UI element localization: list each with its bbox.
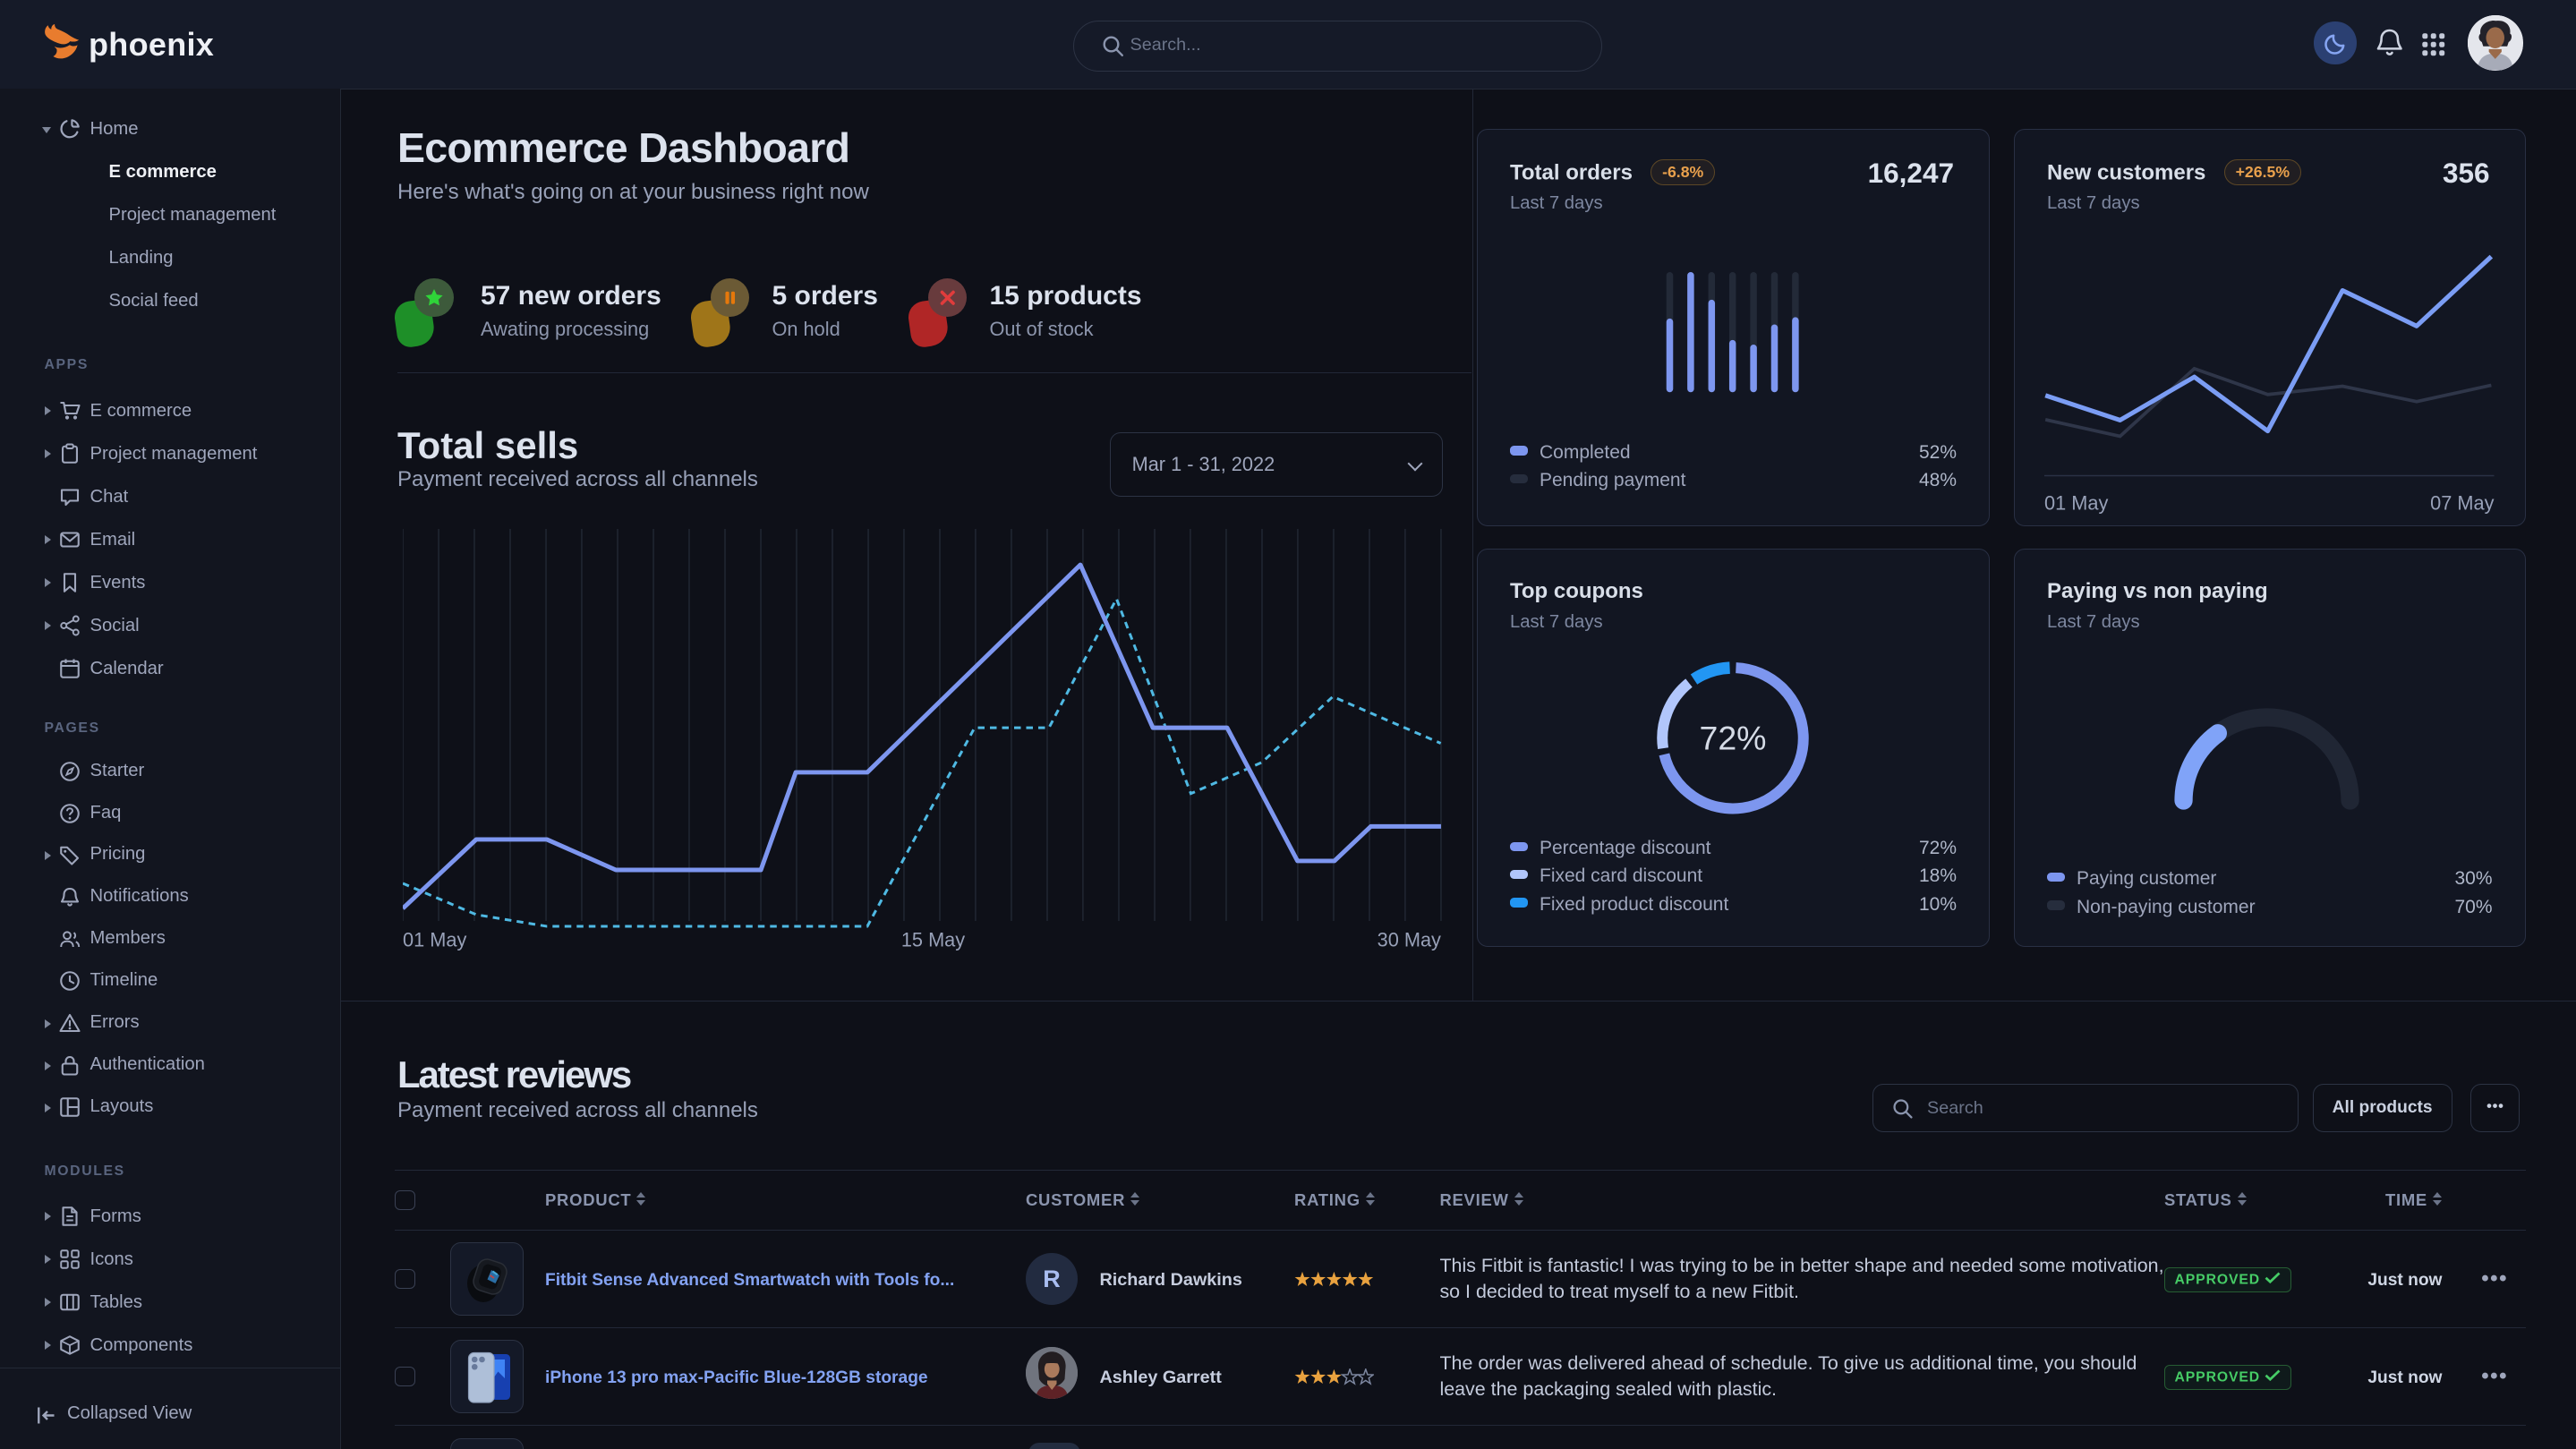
svg-text:15 May: 15 May	[901, 929, 965, 951]
svg-text:01 May: 01 May	[2044, 492, 2108, 515]
svg-text:01 May: 01 May	[403, 929, 466, 951]
svg-text:07 May: 07 May	[2430, 492, 2494, 515]
svg-text:30 May: 30 May	[1378, 929, 1441, 951]
svg-text:72%: 72%	[1699, 719, 1766, 756]
